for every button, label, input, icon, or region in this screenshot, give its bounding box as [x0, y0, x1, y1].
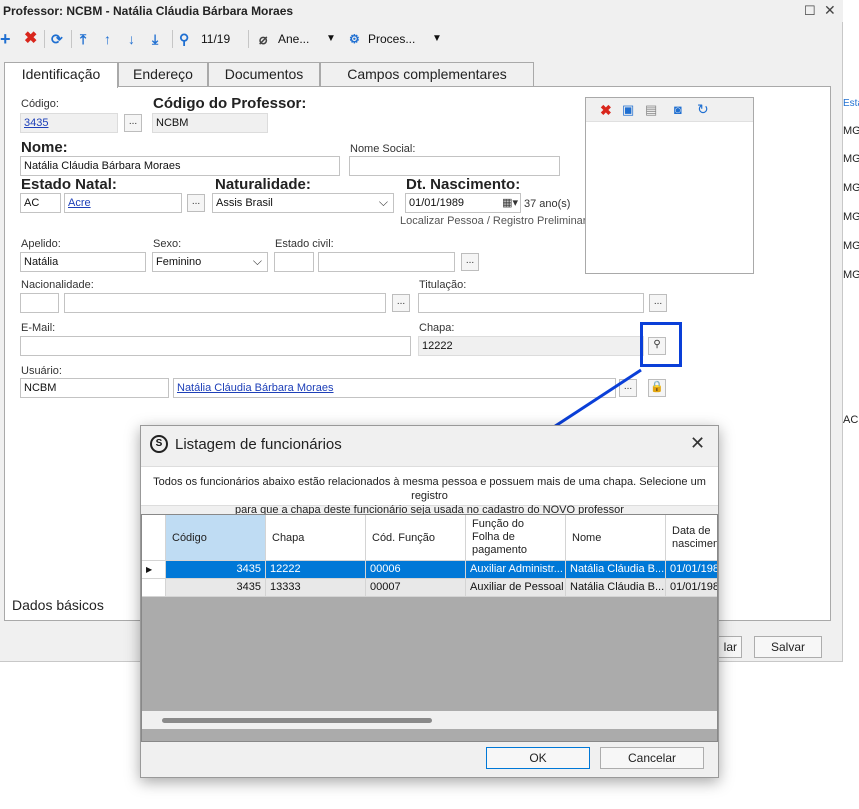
table-cell[interactable]: 01/01/198 — [666, 579, 717, 597]
column-header-data-nascimento[interactable]: Data de nascimento — [666, 515, 717, 561]
column-header-chapa[interactable]: Chapa — [266, 515, 366, 561]
column-header-funcao[interactable]: Função do Folha de pagamento — [466, 515, 566, 561]
table-cell[interactable]: 01/01/198 — [666, 561, 717, 579]
table-cell[interactable]: Natália Cláudia B... — [566, 561, 666, 579]
table-cell[interactable]: 00006 — [366, 561, 466, 579]
table-cell[interactable]: 00007 — [366, 579, 466, 597]
close-icon[interactable]: ✕ — [690, 433, 705, 454]
dialog-title-bar: S Listagem de funcionários ✕ — [141, 426, 718, 464]
ok-button[interactable]: OK — [486, 747, 590, 769]
listagem-funcionarios-dialog: S Listagem de funcionários ✕ Todos os fu… — [140, 425, 719, 778]
column-header-nome[interactable]: Nome — [566, 515, 666, 561]
table-cell[interactable]: 3435 — [166, 561, 266, 579]
table-cell[interactable]: Natália Cláudia B... — [566, 579, 666, 597]
app-logo-icon: S — [150, 435, 168, 453]
row-indicator[interactable] — [142, 579, 166, 597]
column-header-cod-funcao[interactable]: Cód. Função — [366, 515, 466, 561]
table-cell[interactable]: 12222 — [266, 561, 366, 579]
table-cell[interactable]: Auxiliar de Pessoal — [466, 579, 566, 597]
cancelar-button[interactable]: Cancelar — [600, 747, 704, 769]
tab-identificacao[interactable]: Identificação — [4, 62, 118, 88]
table-cell[interactable]: Auxiliar Administr... — [466, 561, 566, 579]
row-indicator-header — [142, 515, 166, 561]
table-cell[interactable]: 3435 — [166, 579, 266, 597]
column-header-codigo[interactable]: Código — [166, 515, 266, 561]
horizontal-scrollbar[interactable] — [142, 711, 717, 729]
funcionarios-grid: Código Chapa Cód. Função Função do Folha… — [141, 514, 718, 742]
row-indicator-icon[interactable]: ▶ — [142, 561, 166, 579]
dialog-title: Listagem de funcionários — [175, 436, 342, 453]
scrollbar-thumb[interactable] — [162, 718, 432, 723]
dialog-message-line1: Todos os funcionários abaixo estão relac… — [153, 476, 706, 502]
dialog-message: Todos os funcionários abaixo estão relac… — [141, 466, 718, 516]
table-cell[interactable]: 13333 — [266, 579, 366, 597]
